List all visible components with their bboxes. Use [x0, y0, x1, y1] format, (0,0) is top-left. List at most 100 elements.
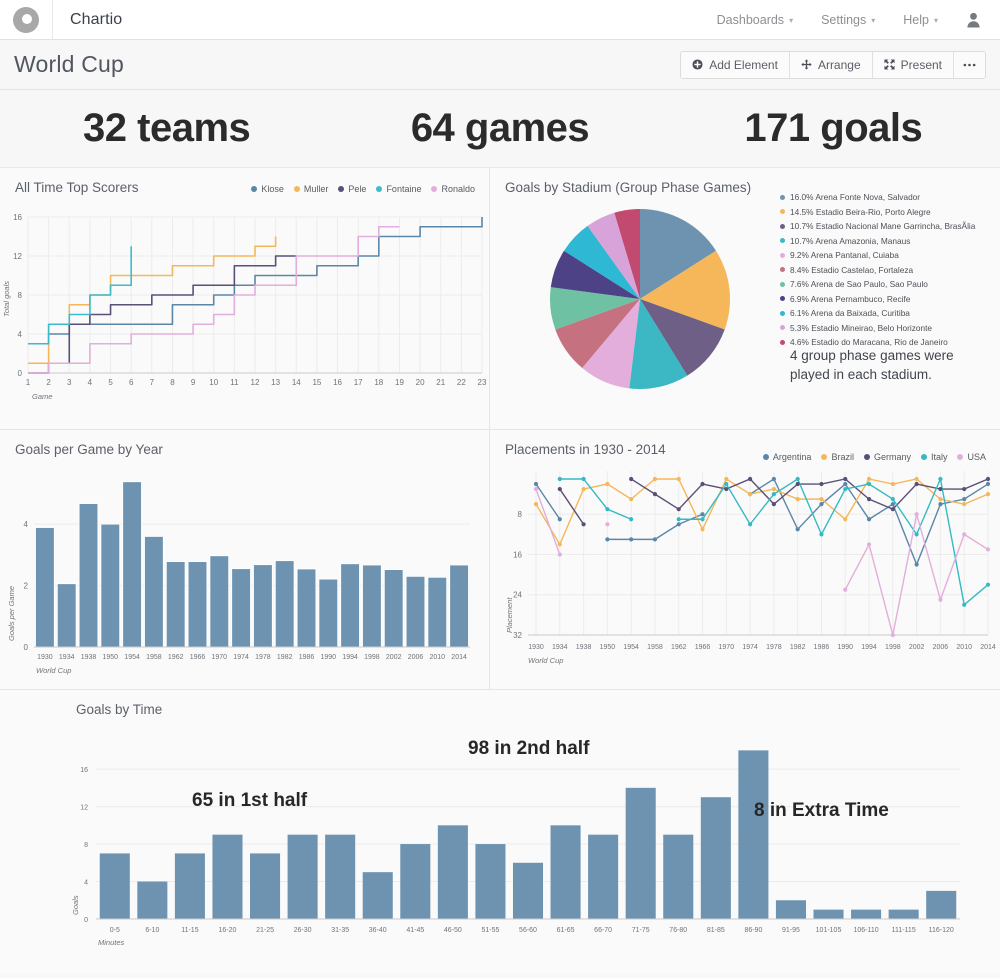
- pie-legend-label: 10.7% Estadio Nacional Mane Garrincha, B…: [790, 221, 976, 231]
- page-title: World Cup: [14, 51, 125, 77]
- ellipsis-icon: [963, 63, 976, 67]
- pie-legend-item[interactable]: 10.7% Estadio Nacional Mane Garrincha, B…: [780, 219, 975, 234]
- legend-item-ronaldo[interactable]: Ronaldo: [431, 184, 475, 194]
- pie-legend-label: 14.5% Estadio Beira-Rio, Porto Alegre: [790, 206, 931, 217]
- legend-swatch-icon: [920, 454, 927, 460]
- legend-swatch-icon: [780, 238, 785, 244]
- legend-label: Pele: [348, 184, 367, 194]
- svg-text:71-75: 71-75: [632, 927, 650, 934]
- nav-item-settings[interactable]: Settings ▾: [807, 13, 889, 27]
- legend-swatch-icon: [780, 296, 785, 302]
- svg-text:Goals per Game: Goals per Game: [7, 586, 16, 641]
- legend-swatch-icon: [780, 194, 785, 200]
- svg-text:0: 0: [84, 917, 88, 924]
- legend-label: USA: [967, 452, 986, 462]
- svg-text:56-60: 56-60: [519, 927, 537, 934]
- svg-text:11: 11: [230, 378, 239, 387]
- legend-item-klose[interactable]: Klose: [251, 184, 284, 194]
- pie-legend-label: 6.1% Arena da Baixada, Curitiba: [790, 308, 910, 318]
- svg-text:8: 8: [170, 378, 175, 387]
- legend-item-germany[interactable]: Germany: [863, 452, 911, 462]
- legend-label: Argentina: [772, 452, 812, 462]
- stat-value: 32 teams: [83, 106, 251, 150]
- pie-legend-item[interactable]: 16.0% Arena Fonte Nova, Salvador: [780, 190, 975, 205]
- brand[interactable]: Chartio: [0, 0, 122, 40]
- svg-text:1954: 1954: [623, 644, 639, 651]
- chevron-down-icon: ▾: [789, 16, 794, 25]
- stat-games: 64 games: [333, 106, 666, 151]
- svg-text:2014: 2014: [980, 644, 996, 651]
- legend-item-muller[interactable]: Muller: [293, 184, 329, 194]
- arrange-button[interactable]: Arrange: [789, 51, 873, 78]
- svg-text:21: 21: [436, 378, 445, 387]
- legend-swatch-icon: [780, 252, 785, 258]
- chevron-down-icon: ▾: [933, 16, 938, 25]
- panel-placements: Placements in 1930 - 2014 Argentina Brazi…: [490, 430, 1000, 689]
- chart-all-time-top-scorers: 04812161 2 3 4 5 6 7 8 9 10 11 12 13 14 15 16 17 18 19 20 21…: [2, 213, 487, 401]
- svg-text:1982: 1982: [790, 644, 806, 651]
- legend-item-argentina[interactable]: Argentina: [762, 452, 812, 462]
- legend-swatch-icon: [431, 186, 438, 192]
- legend-swatch-icon: [780, 267, 785, 273]
- legend-swatch-icon: [780, 223, 785, 229]
- expand-arrows-icon: [884, 59, 895, 70]
- nav-item-help[interactable]: Help ▾: [889, 13, 952, 27]
- legend-item-pele[interactable]: Pele: [338, 184, 366, 194]
- stat-value: 171 goals: [744, 106, 923, 150]
- svg-text:2: 2: [46, 378, 51, 387]
- more-options-button[interactable]: [954, 51, 985, 78]
- legend-label: Muller: [303, 184, 329, 194]
- svg-text:1954: 1954: [124, 654, 140, 661]
- svg-text:9: 9: [191, 378, 196, 387]
- svg-text:1974: 1974: [233, 654, 249, 661]
- annotation-first-half: 65 in 1st half: [192, 790, 308, 811]
- svg-text:World Cup: World Cup: [528, 656, 563, 665]
- chevron-down-icon: ▾: [871, 16, 876, 25]
- svg-text:1994: 1994: [342, 654, 358, 661]
- svg-text:1978: 1978: [766, 644, 782, 651]
- svg-text:1930: 1930: [528, 644, 544, 651]
- pie-legend-item[interactable]: 5.3% Estadio Mineirao, Belo Horizonte: [780, 321, 975, 336]
- svg-text:12: 12: [13, 252, 22, 261]
- legend-swatch-icon: [338, 186, 345, 192]
- panel-title: Goals by Time: [76, 702, 163, 717]
- legend-item-brazil[interactable]: Brazil: [821, 452, 854, 462]
- svg-text:91-95: 91-95: [782, 927, 800, 934]
- pie-legend-label: 6.9% Arena Pernambuco, Recife: [790, 293, 911, 304]
- pie-legend-item[interactable]: 7.6% Arena de Sao Paulo, Sao Paulo: [780, 277, 975, 292]
- pie-legend-item[interactable]: 6.1% Arena da Baixada, Curitiba: [780, 306, 975, 321]
- add-element-button[interactable]: Add Element: [681, 51, 790, 78]
- svg-text:116-120: 116-120: [929, 927, 954, 934]
- dashboard-row-2: Goals per Game by Year 0 2 4 1930 1934 1938 19…: [0, 430, 1000, 690]
- nav-item-label: Help: [903, 12, 929, 27]
- svg-text:1990: 1990: [321, 654, 337, 661]
- svg-text:61-65: 61-65: [557, 927, 575, 934]
- svg-text:1962: 1962: [168, 654, 184, 661]
- nav-item-dashboards[interactable]: Dashboards ▾: [703, 13, 807, 27]
- pie-legend-item[interactable]: 6.9% Arena Pernambuco, Recife: [780, 292, 975, 307]
- annotation-extra-time: 8 in Extra Time: [754, 800, 889, 821]
- pie-legend-item[interactable]: 14.5% Estadio Beira-Rio, Porto Alegre: [780, 205, 975, 220]
- legend-swatch-icon: [863, 454, 870, 460]
- legend-item-italy[interactable]: Italy: [920, 452, 947, 462]
- legend-label: Ronaldo: [441, 184, 475, 194]
- present-button[interactable]: Present: [872, 51, 954, 78]
- legend-swatch-icon: [780, 310, 785, 316]
- legend-scorers: Klose Muller Pele Fontaine Ronaldo: [251, 184, 475, 194]
- pie-legend-label: 8.4% Estadio Castelao, Fortaleza: [790, 264, 914, 275]
- pie-legend-item[interactable]: 9.2% Arena Pantanal, Cuiaba: [780, 248, 975, 263]
- svg-text:4: 4: [18, 330, 23, 339]
- pie-legend-item[interactable]: 10.7% Arena Amazonia, Manaus: [780, 234, 975, 249]
- user-avatar-icon[interactable]: [952, 12, 987, 28]
- pie-legend-item[interactable]: 8.4% Estadio Castelao, Fortaleza: [780, 263, 975, 278]
- svg-text:8: 8: [18, 291, 23, 300]
- svg-text:2010: 2010: [430, 654, 446, 661]
- legend-item-fontaine[interactable]: Fontaine: [376, 184, 421, 194]
- legend-item-usa[interactable]: USA: [957, 452, 986, 462]
- svg-text:14: 14: [292, 378, 301, 387]
- pie-legend: 16.0% Arena Fonte Nova, Salvador 14.5% Es…: [780, 190, 975, 350]
- nav-item-label: Settings: [821, 12, 867, 27]
- svg-text:1966: 1966: [190, 654, 206, 661]
- legend-swatch-icon: [780, 339, 785, 345]
- svg-text:16-20: 16-20: [219, 927, 237, 934]
